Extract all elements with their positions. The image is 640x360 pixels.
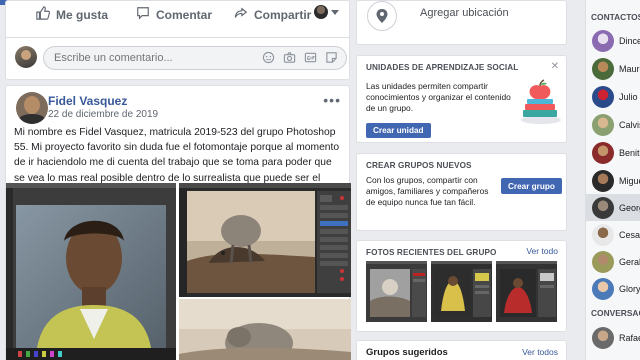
like-label: Me gusta <box>56 7 109 22</box>
conversations-header: CONVERSAC <box>591 308 640 318</box>
contact-name: Calvis <box>619 119 640 130</box>
contacts-header: CONTACTOS <box>591 12 640 22</box>
like-button[interactable]: Me gusta <box>36 6 108 23</box>
contact-item[interactable]: Calvis <box>586 111 640 138</box>
avatar <box>592 197 614 219</box>
thumbnail-image <box>366 261 427 322</box>
recent-photo-thumbnail[interactable] <box>366 261 427 322</box>
avatar[interactable] <box>15 46 37 68</box>
create-unit-button[interactable]: Crear unidad <box>366 123 431 138</box>
post-actions-card: Me gusta Comentar Compartir <box>5 0 350 80</box>
avatar <box>592 251 614 273</box>
post-photo[interactable] <box>6 183 176 360</box>
comment-label: Comentar <box>156 7 213 22</box>
contact-item[interactable]: Gerald <box>586 248 640 275</box>
reaction-identity-selector[interactable] <box>314 5 339 19</box>
card-title: CREAR GRUPOS NUEVOS <box>366 161 472 170</box>
recent-photo-thumbnail[interactable] <box>496 261 557 322</box>
suggested-groups-card: Grupos sugeridos Ver todos <box>356 340 567 360</box>
contact-name: Cesar <box>619 229 640 240</box>
emoji-icon[interactable] <box>262 51 275 64</box>
recent-photos-card: FOTOS RECIENTES DEL GRUPO Ver todo <box>356 240 567 332</box>
camera-icon[interactable] <box>283 51 296 64</box>
share-arrow-icon <box>234 6 248 23</box>
avatar <box>592 86 614 108</box>
thumbnail-image <box>496 261 557 322</box>
thumbs-up-icon <box>36 6 51 23</box>
share-label: Compartir <box>254 7 312 22</box>
avatar <box>592 114 614 136</box>
thumbnail-image <box>431 261 492 322</box>
group-post: Fidel Vasquez 22 de diciembre de 2019 ••… <box>5 85 351 360</box>
card-description: Con los grupos, compartir con amigos, fa… <box>366 175 489 208</box>
post-photo[interactable] <box>179 299 351 360</box>
speech-bubble-icon <box>136 6 150 23</box>
contact-name: Benito <box>619 147 640 158</box>
contact-item[interactable]: Benito <box>586 139 640 166</box>
photoshop-montage-image <box>179 183 351 297</box>
post-options-button[interactable]: ••• <box>323 92 341 108</box>
card-title: Grupos sugeridos <box>366 347 448 358</box>
apple-books-icon <box>521 79 561 124</box>
comment-input[interactable] <box>54 52 244 64</box>
avatar <box>592 142 614 164</box>
post-timestamp[interactable]: 22 de diciembre de 2019 <box>48 109 158 120</box>
contact-name: Miguel <box>619 175 640 186</box>
share-button[interactable]: Compartir <box>234 6 311 23</box>
contact-name: Georg <box>619 202 640 213</box>
contacts-sidebar: CONTACTOS Dincel Mauro Julio F Calvis Be… <box>585 0 640 360</box>
add-location-card[interactable]: Agregar ubicación <box>356 0 567 45</box>
post-photo[interactable] <box>179 183 351 297</box>
recent-photo-thumbnail[interactable] <box>431 261 492 322</box>
view-all-photos-link[interactable]: Ver todo <box>526 246 558 256</box>
contact-name: Mauro <box>619 63 640 74</box>
avatar <box>592 58 614 80</box>
create-group-button[interactable]: Crear grupo <box>501 178 562 194</box>
avatar <box>592 30 614 52</box>
card-title: UNIDADES DE APRENDIZAJE SOCIAL <box>366 63 519 72</box>
contact-name: Dincel <box>619 35 640 46</box>
avatar <box>592 278 614 300</box>
contact-item-selected[interactable]: Georg <box>586 194 640 221</box>
gif-icon[interactable] <box>304 51 317 64</box>
card-title: FOTOS RECIENTES DEL GRUPO <box>366 248 497 257</box>
avatar <box>592 327 614 349</box>
contact-item[interactable]: Cesar <box>586 221 640 248</box>
photoshop-portrait-image <box>6 183 176 360</box>
contact-item[interactable]: Mauro <box>586 55 640 82</box>
create-groups-card: CREAR GRUPOS NUEVOS Con los grupos, comp… <box>356 153 567 231</box>
conversation-name: Rafae <box>619 332 640 343</box>
card-description: Las unidades permiten compartir conocimi… <box>366 81 511 113</box>
contact-name: Glory <box>619 283 640 294</box>
contact-item[interactable]: Julio F <box>586 83 640 110</box>
comment-box[interactable] <box>43 46 347 70</box>
comment-tools <box>262 51 338 64</box>
conversation-item[interactable]: Rafae <box>586 324 640 351</box>
contact-name: Julio F <box>619 91 640 102</box>
comment-button[interactable]: Comentar <box>136 6 212 23</box>
contact-item[interactable]: Glory <box>586 275 640 302</box>
avatar <box>592 224 614 246</box>
divider <box>6 37 349 38</box>
avatar[interactable] <box>16 92 48 124</box>
contact-item[interactable]: Miguel <box>586 167 640 194</box>
avatar <box>592 170 614 192</box>
final-montage-image <box>179 299 351 360</box>
chevron-down-icon <box>331 9 339 15</box>
avatar <box>314 5 328 19</box>
close-icon[interactable]: ✕ <box>551 61 559 72</box>
view-all-groups-link[interactable]: Ver todos <box>522 347 558 357</box>
learning-units-card: UNIDADES DE APRENDIZAJE SOCIAL ✕ Las uni… <box>356 55 567 143</box>
post-author[interactable]: Fidel Vasquez <box>48 94 127 108</box>
sticker-icon[interactable] <box>325 51 338 64</box>
add-location-link[interactable]: Agregar ubicación <box>420 7 509 19</box>
map-pin-icon <box>367 1 397 31</box>
contact-item[interactable]: Dincel <box>586 27 640 54</box>
contact-name: Gerald <box>619 256 640 267</box>
